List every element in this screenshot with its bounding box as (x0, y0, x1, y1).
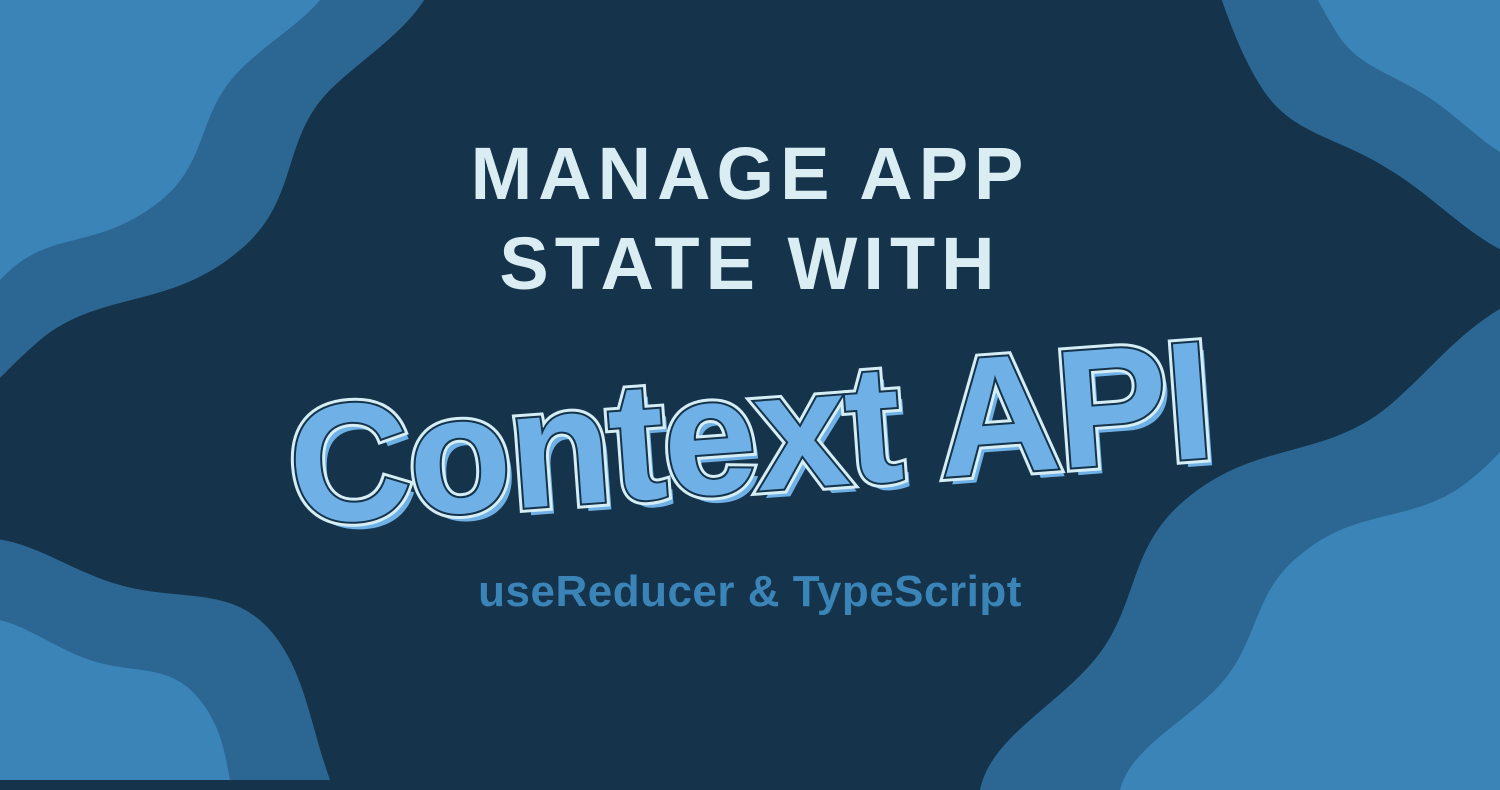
hero-content: MANAGE APP STATE WITH Context API Contex… (0, 0, 1500, 750)
hero-subtitle: useReducer & TypeScript (478, 567, 1022, 617)
headline-top-layer: Context API (283, 315, 1217, 550)
hero-headline: Context API Context API Context API Cont… (283, 315, 1217, 550)
hero-line-2: STATE WITH (499, 223, 1000, 304)
hero-line-1: MANAGE APP (471, 133, 1030, 214)
